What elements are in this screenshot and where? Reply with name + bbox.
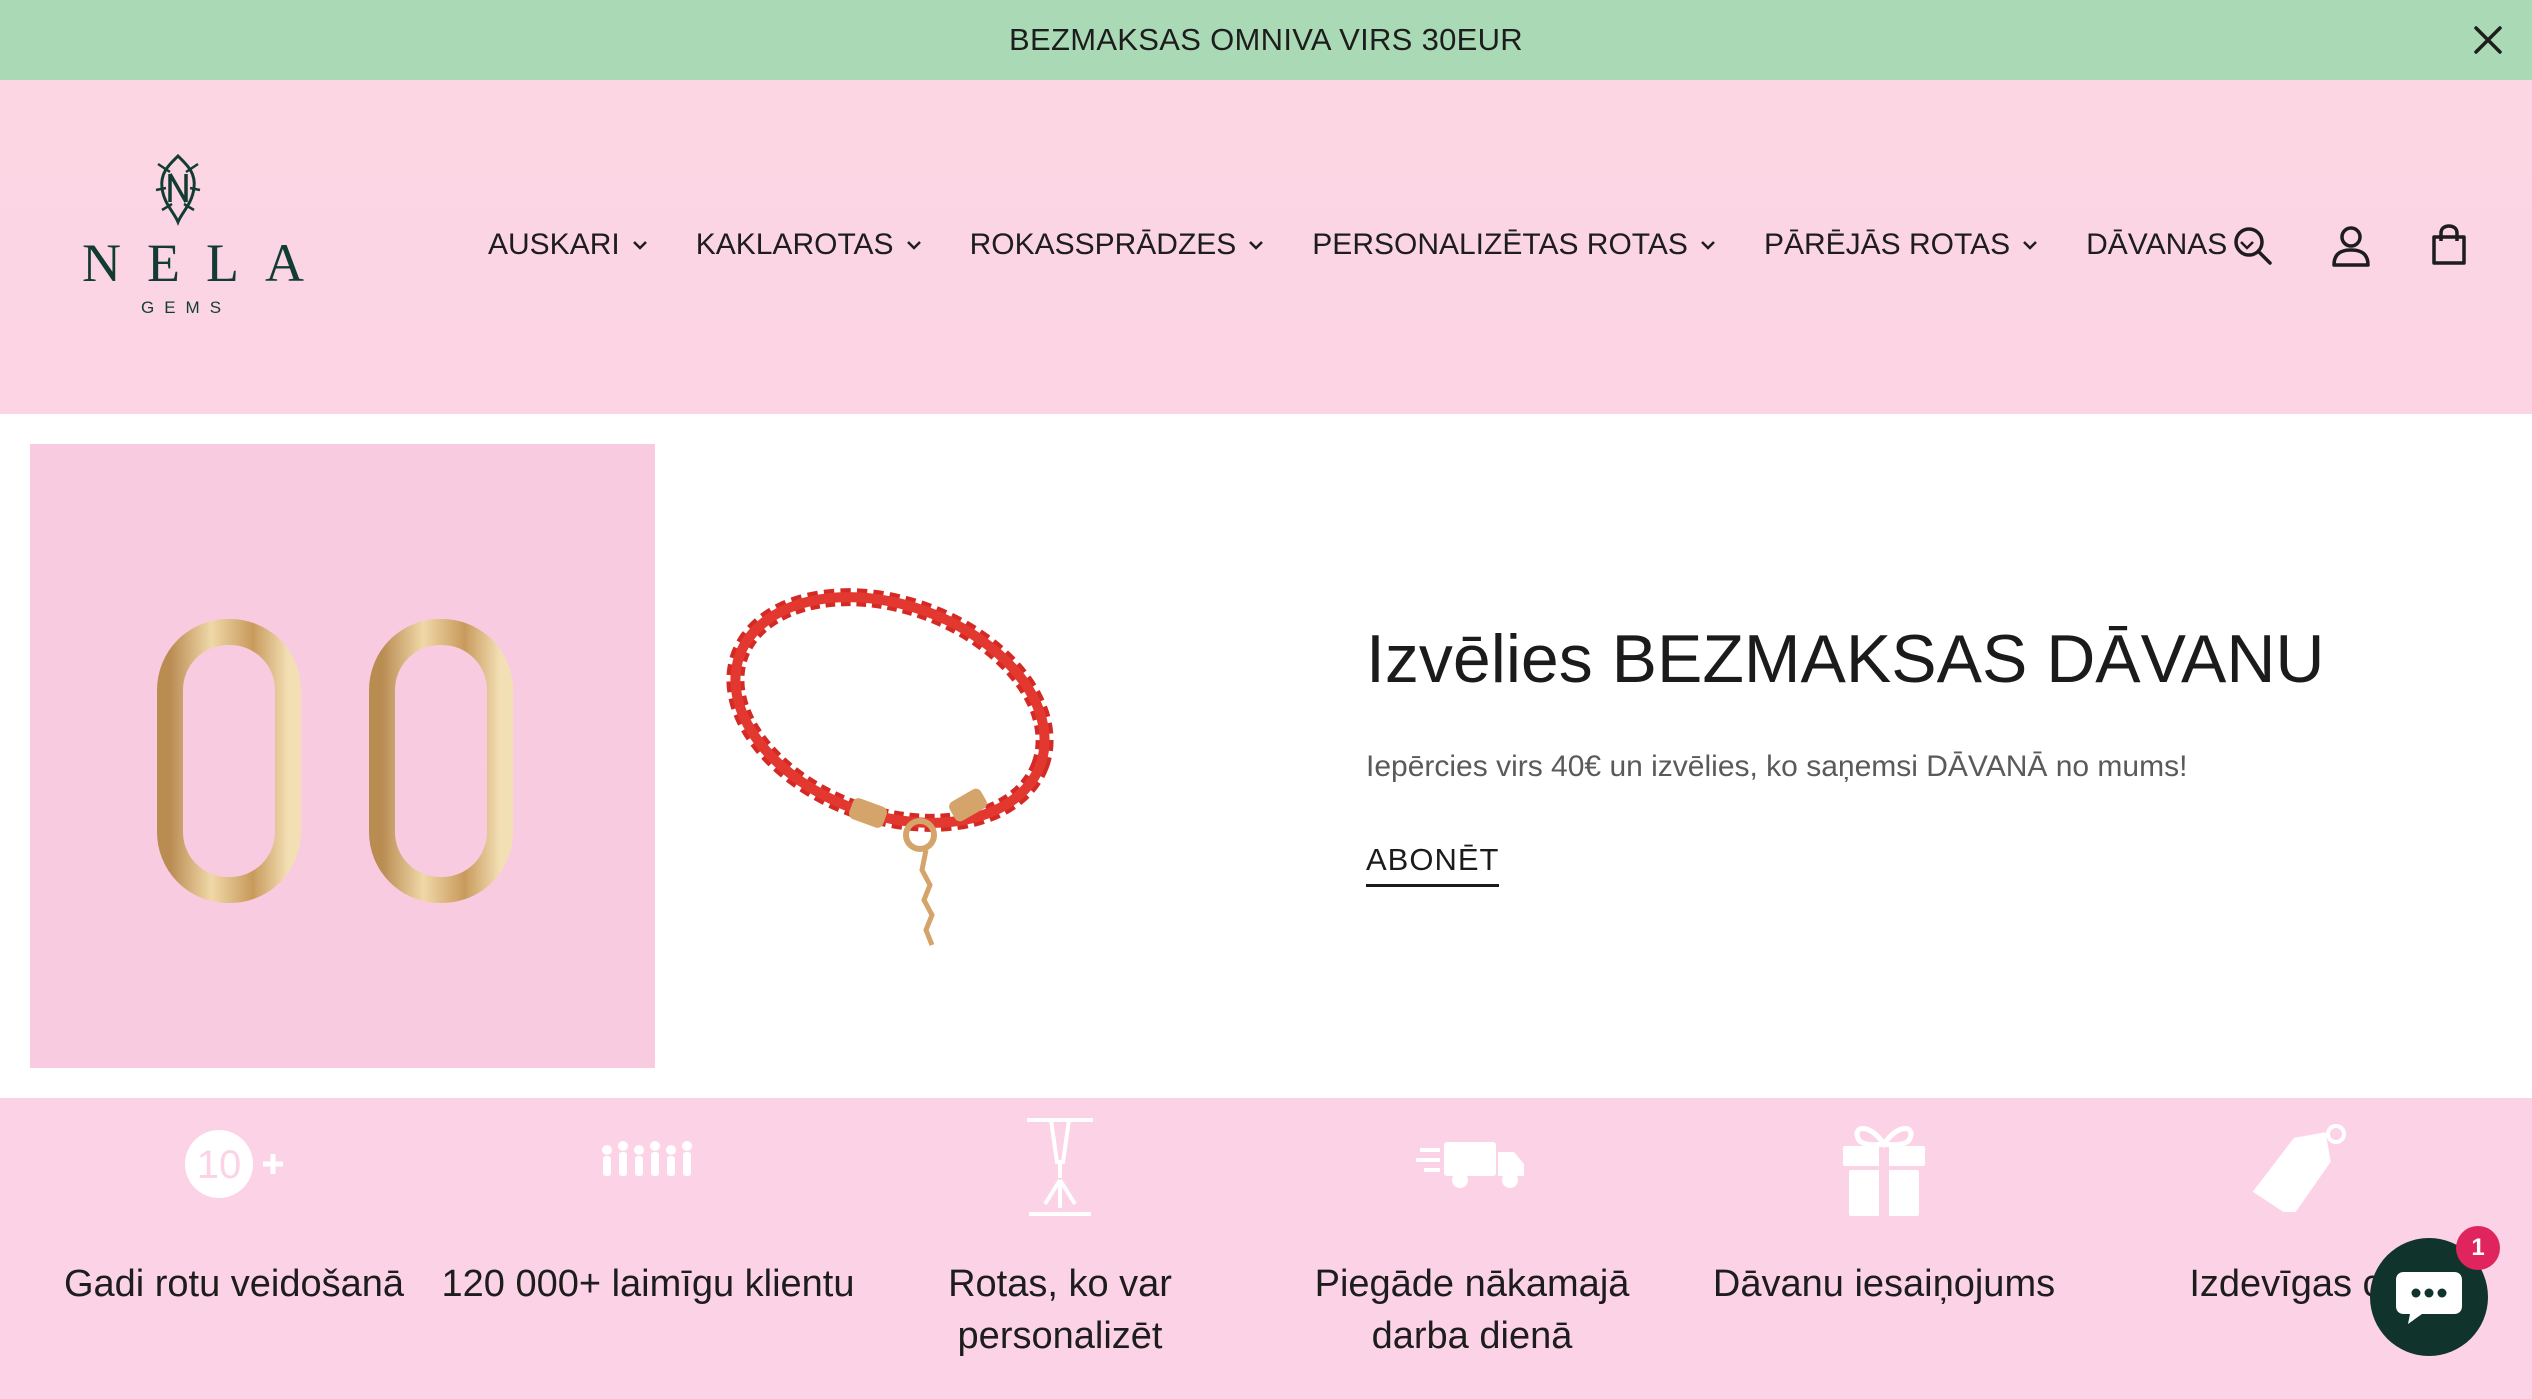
nav-item-label: ROKASSPRĀDZES <box>969 228 1237 261</box>
chat-bubble-icon <box>2396 1272 2462 1324</box>
engraving-icon <box>1027 1118 1093 1216</box>
chevron-down-icon <box>2023 241 2037 250</box>
account-icon[interactable] <box>2328 223 2374 269</box>
logo-wordmark: NELA <box>82 233 330 293</box>
nav-item-kaklarotas[interactable]: KAKLAROTAS <box>696 228 922 262</box>
nav-item-label: DĀVANAS <box>2086 228 2228 261</box>
chevron-down-icon <box>1701 241 1715 250</box>
cart-icon[interactable] <box>2426 223 2472 269</box>
subscribe-link[interactable]: ABONĒT <box>1366 842 1500 887</box>
feature-label: Piegāde nākamajā darba dienā <box>1314 1263 1630 1357</box>
ten-plus-icon: 10 <box>185 1130 283 1198</box>
price-tag-icon <box>2252 1124 2346 1212</box>
nav-item-parejas-rotas[interactable]: PĀRĒJĀS ROTAS <box>1764 228 2038 262</box>
hero-image-earrings <box>30 444 655 1068</box>
search-icon[interactable] <box>2230 223 2276 269</box>
feature-label: Dāvanu iesaiņojums <box>1712 1263 2056 1305</box>
header-actions <box>2230 223 2524 269</box>
nav-item-label: AUSKARI <box>488 228 620 261</box>
red-bracelet-image <box>726 588 1054 946</box>
nav-item-auskari[interactable]: AUSKARI <box>488 228 648 262</box>
nav-item-personalizetas-rotas[interactable]: PERSONALIZĒTAS ROTAS <box>1312 228 1716 262</box>
feature-label: 120 000+ laimīgu klientu <box>441 1263 855 1305</box>
chevron-down-icon <box>1249 241 1264 250</box>
feature-label: Rotas, ko var personalizēt <box>948 1263 1172 1357</box>
main-nav: AUSKARI KAKLAROTAS ROKASSPRĀDZES PERSONA… <box>488 228 2303 262</box>
announcement-bar: BEZMAKSAS OMNIVA VIRS 30EUR <box>0 0 2532 80</box>
features-bar: 10 Gadi rotu veidošanā 120 000+ laimīgu … <box>0 1098 2532 1399</box>
nav-item-label: KAKLAROTAS <box>695 228 894 261</box>
delivery-truck-icon <box>1416 1142 1524 1188</box>
chat-notification-badge: 1 <box>2456 1226 2500 1270</box>
announcement-text: BEZMAKSAS OMNIVA VIRS 30EUR <box>1009 22 1523 57</box>
logo[interactable]: NELA GEMS <box>62 150 330 330</box>
crowd-icon <box>602 1141 692 1176</box>
hero-title: Izvēlies BEZMAKSAS DĀVANU <box>1366 621 2325 697</box>
nav-item-rokasspradzes[interactable]: ROKASSPRĀDZES <box>970 228 1265 262</box>
logo-tagline: GEMS <box>140 298 232 317</box>
gift-icon <box>1843 1126 1925 1216</box>
hoop-earrings-image <box>157 619 513 903</box>
hero-subtitle: Iepērcies virs 40€ un izvēlies, ko saņem… <box>1366 750 2188 783</box>
close-icon[interactable] <box>2470 22 2506 58</box>
nav-item-label: PERSONALIZĒTAS ROTAS <box>1312 228 1688 261</box>
logo-emblem-icon <box>155 153 201 227</box>
feature-label: Gadi rotu veidošanā <box>63 1263 405 1305</box>
nav-item-label: PĀRĒJĀS ROTAS <box>1763 228 2011 261</box>
chevron-down-icon <box>632 241 647 250</box>
site-header: NELA GEMS AUSKARI KAKLAROTAS ROKASSPRĀDZ… <box>0 80 2532 414</box>
svg-text:10: 10 <box>197 1143 242 1187</box>
chevron-down-icon <box>906 241 921 250</box>
